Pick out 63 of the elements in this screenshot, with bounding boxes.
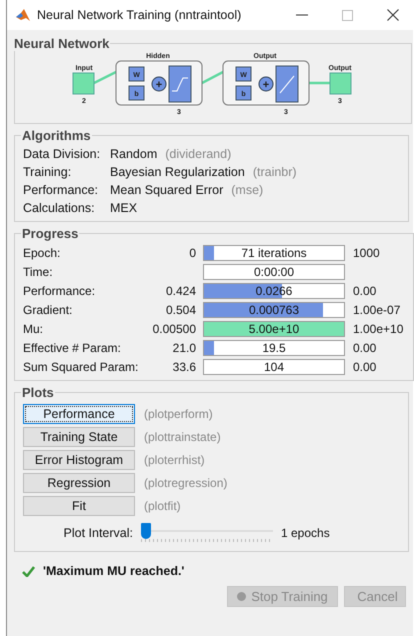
function-name: (plotperform) bbox=[144, 406, 213, 420]
field-value: MEX bbox=[110, 201, 138, 215]
input-node bbox=[72, 72, 94, 94]
field-label: Gradient: bbox=[23, 302, 74, 316]
interval-slider[interactable] bbox=[141, 523, 273, 543]
sum-node: + bbox=[152, 76, 166, 92]
end-value: 1.00e-07 bbox=[353, 302, 400, 316]
progress-bar: 0.000763 bbox=[203, 302, 345, 318]
start-value: 33.6 bbox=[172, 360, 196, 374]
field-label: Mu: bbox=[23, 322, 44, 336]
field-label: Performance: bbox=[23, 284, 96, 298]
start-value: 0.424 bbox=[166, 284, 196, 298]
field-value: Random bbox=[110, 147, 158, 161]
plot-button[interactable]: Fit bbox=[23, 496, 135, 516]
output-node bbox=[330, 72, 352, 94]
window-title: Neural Network Training (nntraintool) bbox=[37, 8, 242, 22]
minimize-icon[interactable] bbox=[296, 14, 308, 16]
end-value: 0.00 bbox=[353, 340, 376, 354]
sum-node: + bbox=[258, 76, 274, 92]
transfer-block bbox=[276, 66, 298, 102]
function-name: (plottrainstate) bbox=[144, 430, 221, 444]
function-name: (trainbr) bbox=[252, 165, 297, 179]
field-label: Sum Squared Param: bbox=[23, 360, 140, 374]
field-value: Bayesian Regularization bbox=[110, 165, 245, 179]
function-name: (plotfit) bbox=[144, 498, 181, 512]
plot-button[interactable]: Error Histogram bbox=[23, 450, 135, 470]
plot-button[interactable]: Regression bbox=[23, 472, 135, 492]
field-label: Data Division: bbox=[23, 147, 102, 161]
function-name: (mse) bbox=[231, 183, 264, 197]
end-value: 1.00e+10 bbox=[353, 322, 404, 336]
check-icon bbox=[22, 566, 35, 576]
slider-reading: 1 epochs bbox=[281, 526, 330, 540]
panel-title: Neural Network bbox=[13, 36, 110, 51]
start-value: 21.0 bbox=[172, 340, 196, 354]
end-value: 0.00 bbox=[353, 360, 376, 374]
plot-button[interactable]: Performance bbox=[23, 404, 135, 424]
function-name: (ploterrhist) bbox=[144, 452, 205, 466]
panel-title: Plots bbox=[21, 385, 55, 400]
progress-bar: 19.5 bbox=[203, 340, 345, 356]
start-value: 0.504 bbox=[166, 302, 196, 316]
function-name: (plotregression) bbox=[144, 476, 228, 490]
start-value: 0.00500 bbox=[152, 322, 196, 336]
field-label: Effective # Param: bbox=[23, 340, 122, 354]
progress-bar: 71 iterations bbox=[203, 244, 345, 260]
start-value: 0 bbox=[189, 246, 196, 260]
end-value: 1000 bbox=[353, 246, 380, 260]
end-value: 0.00 bbox=[353, 284, 376, 298]
close-icon[interactable] bbox=[387, 9, 399, 21]
field-value: Mean Squared Error bbox=[110, 183, 224, 197]
field-label: Training: bbox=[23, 165, 72, 179]
field-label: Time: bbox=[23, 264, 54, 278]
field-label: Epoch: bbox=[23, 246, 62, 260]
field-label: Calculations: bbox=[23, 201, 96, 215]
field-label: Performance: bbox=[23, 183, 100, 197]
panel-title: Algorithms bbox=[21, 128, 92, 143]
slider-label: Plot Interval: bbox=[62, 526, 133, 540]
progress-bar: 5.00e+10 bbox=[203, 320, 345, 336]
status-message: 'Maximum MU reached.' bbox=[43, 564, 184, 578]
app-logo-icon bbox=[15, 7, 31, 23]
transfer-block bbox=[168, 66, 192, 102]
panel-title: Progress bbox=[21, 226, 80, 241]
plot-button[interactable]: Training State bbox=[23, 426, 135, 446]
function-name: (dividerand) bbox=[165, 147, 232, 161]
